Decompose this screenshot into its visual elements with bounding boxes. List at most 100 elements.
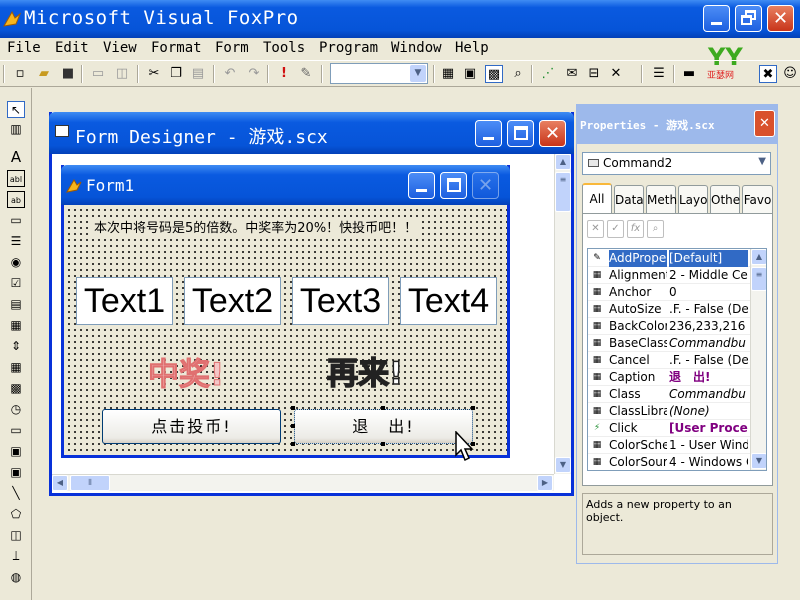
hyperlink-tool-icon[interactable]: ◍ (7, 569, 25, 586)
pageframe-tool-icon[interactable]: ▭ (7, 422, 25, 439)
text4-textbox[interactable]: Text4 (400, 277, 497, 325)
modify-icon[interactable]: ✎ (297, 65, 315, 83)
text1-textbox[interactable]: Text1 (76, 277, 173, 325)
menu-window[interactable]: Window (391, 40, 442, 56)
scroll-down-icon[interactable]: ▼ (555, 457, 571, 473)
menu-form[interactable]: Form (215, 40, 249, 56)
property-row[interactable]: ▦ColorSource4 - Windows C (588, 454, 750, 470)
container-tool-icon[interactable]: ◫ (7, 527, 25, 544)
fd-minimize-button[interactable] (475, 120, 502, 147)
selection-handle[interactable] (471, 406, 475, 410)
align-icon[interactable]: ☰ (650, 65, 668, 83)
redo-icon[interactable]: ↷ (245, 65, 263, 83)
new-icon[interactable]: ▫ (11, 65, 29, 83)
scroll-up-icon[interactable]: ▲ (555, 154, 571, 170)
restore-button[interactable] (735, 5, 762, 32)
form1-minimize-button[interactable] (408, 172, 435, 199)
property-row[interactable]: ⚡ Click [User Proced (588, 420, 750, 437)
editbox-tool-icon[interactable]: ab (7, 191, 25, 208)
minimize-button[interactable] (703, 5, 730, 32)
tab-layout[interactable]: Layo (678, 185, 708, 213)
property-row[interactable]: ▦ClassLibrary(None) (588, 403, 750, 420)
fd-maximize-button[interactable] (507, 120, 534, 147)
fd-vertical-scrollbar[interactable]: ▲ ≡ ▼ (554, 154, 571, 474)
property-row[interactable]: ▦ BaseClass Commandbu (588, 335, 750, 352)
toolbar-combo[interactable]: ▼ (330, 63, 428, 84)
view-classes-icon[interactable]: ▥ (7, 121, 25, 138)
property-row[interactable]: ▦ColorScheme1 - User Wind (588, 437, 750, 454)
property-row[interactable]: ▦ BackColor 236,233,216 (588, 318, 750, 335)
debugger-icon[interactable]: ⌕ (509, 65, 527, 83)
combobox-tool-icon[interactable]: ▤ (7, 296, 25, 313)
scroll-left-icon[interactable]: ◀ (52, 475, 68, 491)
open-icon[interactable]: ▰ (35, 65, 53, 83)
scroll-thumb-h[interactable]: ⦀ (70, 475, 110, 491)
listbox-tool-icon[interactable]: ▦ (7, 317, 25, 334)
tab-data[interactable]: Data (614, 185, 644, 213)
chevron-down-icon[interactable]: ▼ (410, 65, 426, 82)
object-selector[interactable]: Command2 ▼ (582, 152, 771, 175)
form-control-icon[interactable]: ✕ (607, 65, 625, 83)
data-session-icon[interactable]: ▣ (461, 65, 479, 83)
print-preview-icon[interactable]: ◫ (113, 65, 131, 83)
selection-handle[interactable] (291, 424, 295, 428)
cut-icon[interactable]: ✂ (145, 65, 163, 83)
layout-icon[interactable]: ⊟ (585, 65, 603, 83)
tab-all[interactable]: All (582, 183, 612, 214)
grid-tool-icon[interactable]: ▦ (7, 359, 25, 376)
menu-help[interactable]: Help (455, 40, 489, 56)
fd-close-button[interactable]: ✕ (539, 120, 566, 147)
property-row[interactable]: ▦ AutoSize .F. - False (De (588, 301, 750, 318)
win-label[interactable]: 中奖! (147, 349, 224, 394)
menu-program[interactable]: Program (319, 40, 378, 56)
property-row[interactable]: ▦ Alignment 2 - Middle Cen (588, 267, 750, 284)
menu-format[interactable]: Format (151, 40, 202, 56)
menu-tools[interactable]: Tools (263, 40, 305, 56)
paste-icon[interactable]: ▤ (189, 65, 207, 83)
menu-view[interactable]: View (103, 40, 137, 56)
help-icon[interactable]: ☺ (781, 65, 799, 83)
select-objects-icon[interactable]: ↖ (7, 101, 25, 118)
properties-scrollbar[interactable]: ▲ ≡ ▼ (750, 249, 766, 470)
property-row[interactable]: ▦ Anchor 0 (588, 284, 750, 301)
properties-close-button[interactable]: ✕ (754, 110, 775, 137)
tab-favorites[interactable]: Favo (742, 185, 773, 213)
image-tool-icon[interactable]: ▩ (7, 380, 25, 397)
properties-list[interactable]: ✎AddPropert[Default] ▦Alignment2 - Middl… (587, 248, 767, 471)
builder-icon[interactable]: ⋰ (539, 65, 557, 83)
tab-methods[interactable]: Meth (646, 185, 677, 213)
form1-title-bar[interactable]: Form1 ✕ (61, 165, 510, 205)
form1-maximize-button[interactable] (440, 172, 467, 199)
property-row[interactable]: ▦ Class Commandbu (588, 386, 750, 403)
property-row[interactable]: ✎AddPropert[Default] (588, 250, 750, 267)
spinner-tool-icon[interactable]: ⇕ (7, 338, 25, 355)
run-icon[interactable]: ! (275, 65, 293, 83)
text3-textbox[interactable]: Text3 (292, 277, 389, 325)
again-label[interactable]: 再来! (326, 348, 404, 393)
color-palette-icon[interactable]: ▬ (680, 65, 698, 83)
fd-horizontal-scrollbar[interactable]: ◀ ⦀ ▶ (52, 474, 554, 491)
undo-icon[interactable]: ↶ (221, 65, 239, 83)
menu-edit[interactable]: Edit (55, 40, 89, 56)
tools-icon[interactable]: ✖ (759, 65, 777, 83)
timer-tool-icon[interactable]: ◷ (7, 401, 25, 418)
scroll-thumb[interactable]: ≡ (555, 172, 571, 212)
label-tool-icon[interactable]: A (7, 149, 25, 166)
selection-handle[interactable] (381, 406, 385, 410)
property-row[interactable]: ▦ Caption 退 出! (588, 369, 750, 386)
commandgroup-tool-icon[interactable]: ☰ (7, 233, 25, 250)
chevron-down-icon[interactable]: ▼ (758, 156, 766, 167)
exit-button[interactable]: 退 出! (294, 409, 473, 444)
selection-handle[interactable] (291, 442, 295, 446)
selection-handle[interactable] (291, 406, 295, 410)
scroll-thumb[interactable]: ≡ (751, 267, 766, 291)
line-tool-icon[interactable]: ╲ (7, 485, 25, 502)
commandbutton-tool-icon[interactable]: ▭ (7, 212, 25, 229)
property-row[interactable]: ▦ Cancel .F. - False (De (588, 352, 750, 369)
shape-tool-icon[interactable]: ⬠ (7, 506, 25, 523)
checkbox-tool-icon[interactable]: ☑ (7, 275, 25, 292)
properties-window-icon[interactable]: ▩ (485, 65, 503, 83)
insert-coin-button[interactable]: 点击投币! (102, 409, 281, 444)
olebound-tool-icon[interactable]: ▣ (7, 464, 25, 481)
save-icon[interactable]: ■ (59, 65, 77, 83)
